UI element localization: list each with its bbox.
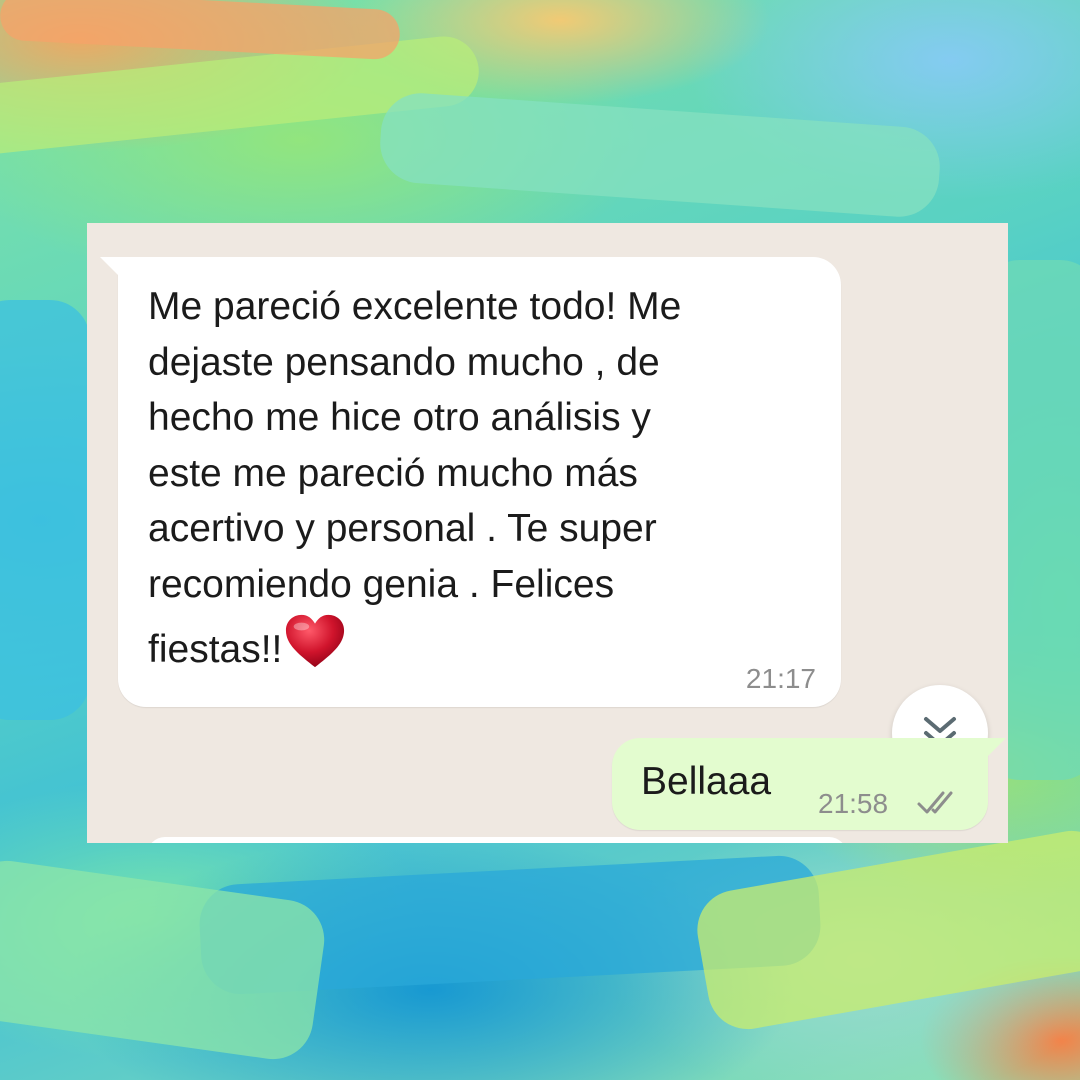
incoming-message-time: 21:17 <box>745 663 816 694</box>
message-line: Me pareció excelente todo! Me <box>148 285 682 328</box>
outgoing-message-bubble[interactable]: Bellaaa 21:58 <box>612 738 1006 830</box>
double-check-icon <box>917 791 953 814</box>
heart-icon <box>286 614 345 668</box>
message-line: fiestas!! <box>148 628 283 671</box>
chat-panel: Me pareció excelente todo! Me dejaste pe… <box>87 223 1008 843</box>
message-line: acertivo y personal . Te super <box>148 507 657 550</box>
incoming-message-bubble[interactable]: Me pareció excelente todo! Me dejaste pe… <box>100 257 841 707</box>
incoming-message-text: Me pareció excelente todo! Me dejaste pe… <box>148 279 828 678</box>
message-line: recomiendo genia . Felices <box>148 562 615 606</box>
message-line: dejaste pensando mucho , de <box>148 340 660 384</box>
next-message-bubble-edge <box>147 837 847 843</box>
message-line: hecho me hice otro análisis y <box>148 396 651 439</box>
message-line: este me pareció mucho más <box>148 451 638 495</box>
outgoing-message-text: Bellaaa <box>641 760 772 803</box>
outgoing-message-time: 21:58 <box>818 788 889 819</box>
